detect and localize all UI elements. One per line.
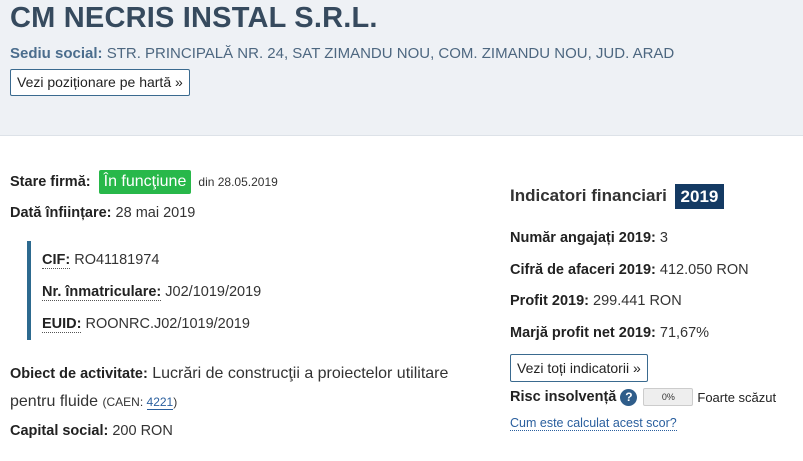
share-capital-value: 200 RON xyxy=(112,423,173,439)
euid-value: ROONRC.J02/1019/2019 xyxy=(85,316,250,332)
caen-note: (CAEN: 4221) xyxy=(102,395,178,410)
registered-office: Sediu social: STR. PRINCIPALĂ NR. 24, SA… xyxy=(10,45,674,62)
profit-row: Profit 2019: 299.441 RON xyxy=(510,293,682,309)
company-header: CM NECRIS INSTAL S.R.L. Sediu social: ST… xyxy=(0,0,803,136)
employees-value: 3 xyxy=(659,230,668,246)
score-explanation-link[interactable]: Cum este calculat acest scor? xyxy=(510,416,677,431)
cif-value: RO41181974 xyxy=(74,252,160,268)
caen-code-link[interactable]: 4221 xyxy=(146,395,174,410)
financial-indicators-title: Indicatori financiari 2019 xyxy=(510,184,725,209)
registered-office-address: STR. PRINCIPALĂ NR. 24, SAT ZIMANDU NOU,… xyxy=(106,45,675,62)
question-circle-icon[interactable]: ? xyxy=(620,388,638,406)
insolvency-risk-level: Foarte scăzut xyxy=(697,389,777,405)
cif-label: CIF: xyxy=(42,252,71,269)
financial-year-badge: 2019 xyxy=(674,184,725,209)
activity-label: Obiect de activitate: xyxy=(10,366,148,382)
employees-row: Număr angajați 2019: 3 xyxy=(510,230,668,246)
insolvency-risk-percent: 0% xyxy=(661,392,675,402)
employees-label: Număr angajați 2019: xyxy=(510,230,656,246)
financial-indicators-heading: Indicatori financiari xyxy=(510,185,667,205)
insolvency-risk-row: Risc insolvență ? 0% Foarte scăzut xyxy=(510,388,776,406)
turnover-row: Cifră de afaceri 2019: 412.050 RON xyxy=(510,262,749,278)
turnover-value: 412.050 RON xyxy=(659,262,749,278)
turnover-label: Cifră de afaceri 2019: xyxy=(510,262,656,278)
status-since: din 28.05.2019 xyxy=(198,174,278,189)
share-capital-row: Capital social: 200 RON xyxy=(10,423,173,439)
identifiers-accent-bar xyxy=(27,241,31,340)
founding-date-value: 28 mai 2019 xyxy=(115,205,196,221)
registration-number-label: Nr. înmatriculare: xyxy=(42,284,162,301)
caen-prefix: (CAEN: xyxy=(102,395,147,409)
net-margin-label: Marjă profit net 2019: xyxy=(510,325,656,341)
status-badge: În funcţiune xyxy=(98,170,192,194)
insolvency-risk-meter: 0% xyxy=(643,388,694,406)
activity-object: Obiect de activitate: Lucrări de constru… xyxy=(10,360,450,416)
company-status-label: Stare firmă: xyxy=(10,173,91,190)
view-on-map-button[interactable]: Vezi poziționare pe hartă » xyxy=(10,69,190,96)
euid-label: EUID: xyxy=(42,316,82,333)
net-margin-row: Marjă profit net 2019: 71,67% xyxy=(510,325,709,341)
registration-number-row: Nr. înmatriculare: J02/1019/2019 xyxy=(42,284,262,301)
registration-number-value: J02/1019/2019 xyxy=(165,284,262,300)
net-margin-value: 71,67% xyxy=(659,325,710,341)
registered-office-label: Sediu social: xyxy=(10,45,103,62)
founding-date-row: Dată înființare: 28 mai 2019 xyxy=(10,205,195,221)
euid-row: EUID: ROONRC.J02/1019/2019 xyxy=(42,316,250,333)
insolvency-risk-label: Risc insolvență xyxy=(510,389,617,405)
profit-label: Profit 2019: xyxy=(510,293,589,309)
founding-date-label: Dată înființare: xyxy=(10,205,112,221)
company-status-row: Stare firmă: În funcţiune din 28.05.2019 xyxy=(10,170,278,194)
view-all-indicators-button[interactable]: Vezi toți indicatorii » xyxy=(510,354,648,382)
caen-suffix: ) xyxy=(173,395,178,409)
profit-value: 299.441 RON xyxy=(593,293,682,309)
share-capital-label: Capital social: xyxy=(10,423,109,439)
cif-row: CIF: RO41181974 xyxy=(42,252,160,269)
company-name: CM NECRIS INSTAL S.R.L. xyxy=(10,2,378,34)
